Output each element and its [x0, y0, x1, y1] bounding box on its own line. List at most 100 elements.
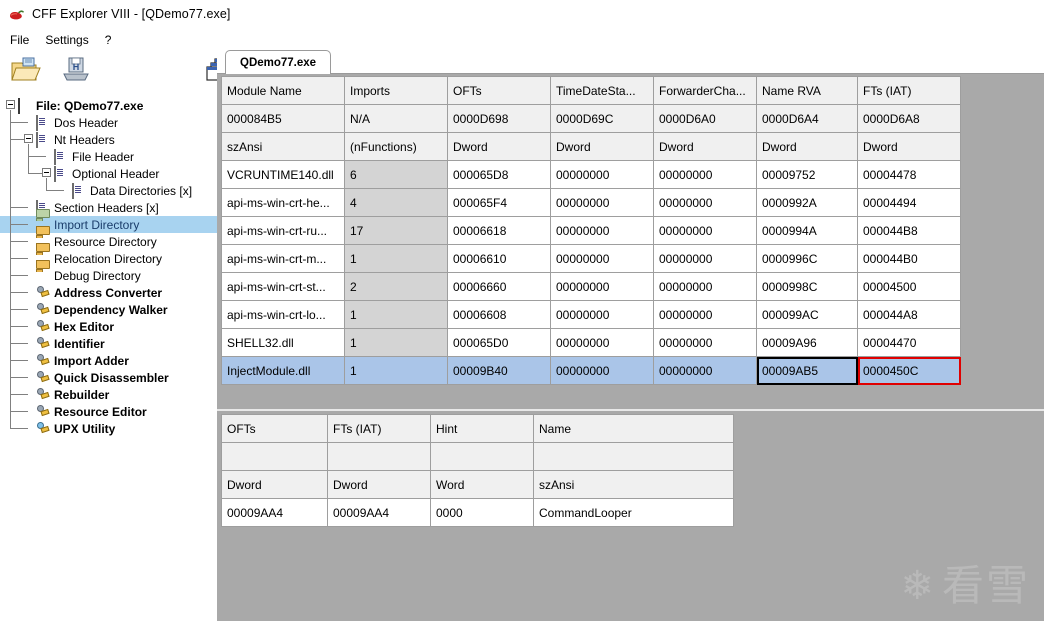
- table-cell[interactable]: 1: [344, 244, 448, 273]
- table-cell[interactable]: 00006608: [447, 300, 551, 329]
- import-directory-table[interactable]: Module Name Imports OFTs TimeDateSta... Forw…: [221, 76, 961, 385]
- column-header[interactable]: FTs (IAT): [857, 76, 961, 105]
- table-cell[interactable]: 00006610: [447, 244, 551, 273]
- table-row[interactable]: 00009AA4 00009AA4 0000 CommandLooper: [221, 498, 734, 527]
- table-cell[interactable]: 00004500: [857, 272, 961, 301]
- tree-item-dependency-walker[interactable]: Dependency Walker: [0, 301, 217, 318]
- tab-qdemo77[interactable]: QDemo77.exe: [225, 50, 332, 74]
- table-cell[interactable]: 00009AA4: [327, 498, 431, 527]
- table-cell[interactable]: 00000000: [550, 272, 654, 301]
- table-cell[interactable]: 00009AB5: [756, 356, 858, 385]
- tree-item-resource-editor[interactable]: Resource Editor: [0, 403, 217, 420]
- table-row[interactable]: api-ms-win-crt-lo... 1 00006608 00000000 000…: [221, 300, 961, 329]
- table-cell[interactable]: 00000000: [653, 160, 757, 189]
- menu-file[interactable]: File: [3, 31, 38, 49]
- table-cell[interactable]: 00004470: [857, 328, 961, 357]
- tree-item-rebuilder[interactable]: Rebuilder: [0, 386, 217, 403]
- column-header[interactable]: Hint: [430, 414, 534, 443]
- column-header[interactable]: Name RVA: [756, 76, 858, 105]
- column-header[interactable]: Module Name: [221, 76, 345, 105]
- table-cell[interactable]: api-ms-win-crt-he...: [221, 188, 345, 217]
- tree-item-hex-editor[interactable]: Hex Editor: [0, 318, 217, 335]
- table-cell[interactable]: 00000000: [550, 216, 654, 245]
- table-cell[interactable]: 00000000: [653, 356, 757, 385]
- table-cell[interactable]: 00000000: [653, 272, 757, 301]
- table-row[interactable]: InjectModule.dll 1 00009B40 00000000 0000000…: [221, 356, 961, 385]
- tree-expander-nt-headers[interactable]: [24, 134, 33, 143]
- tree-item-data-directories-x[interactable]: Data Directories [x]: [0, 182, 217, 199]
- tree-item-import-directory[interactable]: Import Directory: [0, 209, 217, 233]
- table-cell[interactable]: 00000000: [550, 244, 654, 273]
- table-row[interactable]: api-ms-win-crt-ru... 17 00006618 00000000 00…: [221, 216, 961, 245]
- table-cell[interactable]: 000044B0: [857, 244, 961, 273]
- table-cell[interactable]: 00009B40: [447, 356, 551, 385]
- table-cell[interactable]: 2: [344, 272, 448, 301]
- table-cell[interactable]: CommandLooper: [533, 498, 734, 527]
- table-cell[interactable]: 000065D8: [447, 160, 551, 189]
- table-cell[interactable]: 1: [344, 328, 448, 357]
- table-row[interactable]: api-ms-win-crt-m... 1 00006610 00000000 0000…: [221, 244, 961, 273]
- table-cell[interactable]: 0000: [430, 498, 534, 527]
- table-cell[interactable]: 0000998C: [756, 272, 858, 301]
- tree-expander-optional-header[interactable]: [42, 168, 51, 177]
- table-cell[interactable]: 00006618: [447, 216, 551, 245]
- table-cell[interactable]: 00009752: [756, 160, 858, 189]
- table-cell[interactable]: 4: [344, 188, 448, 217]
- open-file-button[interactable]: [4, 53, 48, 91]
- table-row[interactable]: api-ms-win-crt-he... 4 000065F4 00000000 000…: [221, 188, 961, 217]
- table-cell[interactable]: api-ms-win-crt-m...: [221, 244, 345, 273]
- table-cell[interactable]: 00000000: [550, 328, 654, 357]
- table-cell[interactable]: 00000000: [550, 160, 654, 189]
- column-header[interactable]: FTs (IAT): [327, 414, 431, 443]
- table-cell[interactable]: 00009A96: [756, 328, 858, 357]
- table-row[interactable]: VCRUNTIME140.dll 6 000065D8 00000000 0000000…: [221, 160, 961, 189]
- table-cell[interactable]: 1: [344, 356, 448, 385]
- save-file-button[interactable]: H: [54, 53, 98, 91]
- table-cell[interactable]: 00000000: [550, 356, 654, 385]
- table-cell[interactable]: 00000000: [653, 328, 757, 357]
- table-cell[interactable]: 1: [344, 300, 448, 329]
- table-splitter[interactable]: [217, 395, 1044, 413]
- table-cell[interactable]: SHELL32.dll: [221, 328, 345, 357]
- table-cell[interactable]: InjectModule.dll: [221, 356, 345, 385]
- table-cell[interactable]: api-ms-win-crt-st...: [221, 272, 345, 301]
- menu-settings[interactable]: Settings: [38, 31, 97, 49]
- table-cell[interactable]: 00000000: [653, 244, 757, 273]
- tree-item-relocation-directory[interactable]: Relocation Directory: [0, 243, 217, 267]
- tree-item-file-qdemo77-exe[interactable]: File: QDemo77.exe: [0, 97, 217, 114]
- column-header[interactable]: OFTs: [221, 414, 328, 443]
- table-cell[interactable]: 00000000: [653, 300, 757, 329]
- table-cell[interactable]: api-ms-win-crt-ru...: [221, 216, 345, 245]
- import-thunks-table[interactable]: OFTs FTs (IAT) Hint Name Dword Dword Word szAns…: [221, 414, 734, 527]
- tree-item-identifier[interactable]: Identifier: [0, 335, 217, 352]
- tree-item-quick-disassembler[interactable]: Quick Disassembler: [0, 369, 217, 386]
- table-cell[interactable]: 000044A8: [857, 300, 961, 329]
- tree-item-import-adder[interactable]: Import Adder: [0, 352, 217, 369]
- table-cell[interactable]: 000044B8: [857, 216, 961, 245]
- table-cell[interactable]: 00006660: [447, 272, 551, 301]
- table-cell[interactable]: 0000994A: [756, 216, 858, 245]
- table-cell[interactable]: 00000000: [550, 188, 654, 217]
- table-cell[interactable]: 000099AC: [756, 300, 858, 329]
- column-header[interactable]: OFTs: [447, 76, 551, 105]
- menu-help[interactable]: ?: [98, 31, 121, 49]
- table-cell[interactable]: 000065D0: [447, 328, 551, 357]
- tree-item-section-headers-x[interactable]: Section Headers [x]: [0, 199, 217, 216]
- table-cell[interactable]: 00000000: [653, 188, 757, 217]
- table-row[interactable]: SHELL32.dll 1 000065D0 00000000 00000000 0000…: [221, 328, 961, 357]
- table-cell[interactable]: 00000000: [653, 216, 757, 245]
- table-cell[interactable]: api-ms-win-crt-lo...: [221, 300, 345, 329]
- table-cell[interactable]: 00009AA4: [221, 498, 328, 527]
- tree-item-upx-utility[interactable]: UPX Utility: [0, 420, 217, 437]
- tree-item-resource-directory[interactable]: Resource Directory: [0, 226, 217, 250]
- table-cell[interactable]: 6: [344, 160, 448, 189]
- tree-expander-root[interactable]: [6, 100, 15, 109]
- column-header[interactable]: Name: [533, 414, 734, 443]
- tree-item-debug-directory[interactable]: Debug Directory: [0, 260, 217, 284]
- table-cell[interactable]: 00004494: [857, 188, 961, 217]
- column-header[interactable]: TimeDateSta...: [550, 76, 654, 105]
- column-header[interactable]: ForwarderCha...: [653, 76, 757, 105]
- navigation-tree[interactable]: File: QDemo77.exe Dos Header Nt Headers Fil…: [0, 92, 217, 621]
- table-cell[interactable]: 00000000: [550, 300, 654, 329]
- tree-item-dos-header[interactable]: Dos Header: [0, 114, 217, 131]
